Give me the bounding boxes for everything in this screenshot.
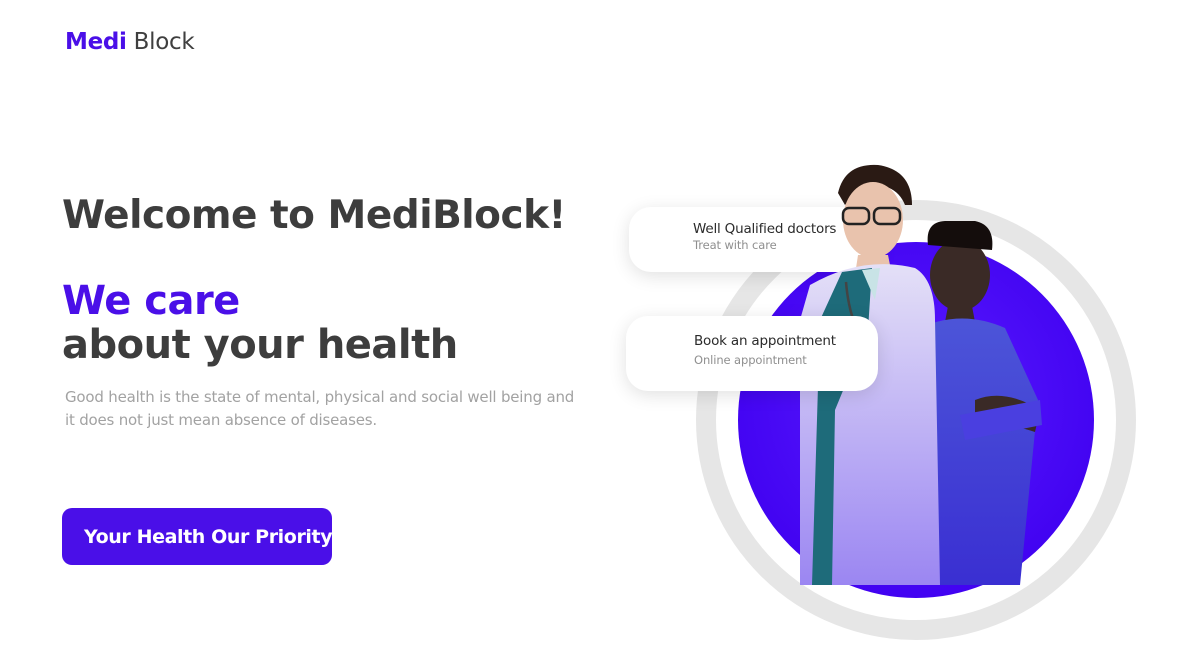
logo-rest: Block [126,29,195,55]
logo-brand: Medi [65,29,127,55]
tagline-accent: We care [62,278,240,324]
card-title: Book an appointment [694,333,836,349]
card-subtitle: Treat with care [693,238,777,252]
priority-cta-button[interactable]: Your Health Our Priority [62,508,332,565]
book-appointment-card[interactable]: Book an appointment Online appointment [626,316,878,391]
logo[interactable]: Medi Block [65,28,195,56]
hero-description: Good health is the state of mental, phys… [65,388,575,429]
card-title: Well Qualified doctors [693,221,837,237]
card-subtitle: Online appointment [694,353,807,367]
qualified-doctors-card: Well Qualified doctors Treat with care [629,207,879,272]
tagline-rest: about your health [62,322,458,368]
purple-circle [738,242,1094,598]
welcome-heading: Welcome to MediBlock! [62,193,566,238]
